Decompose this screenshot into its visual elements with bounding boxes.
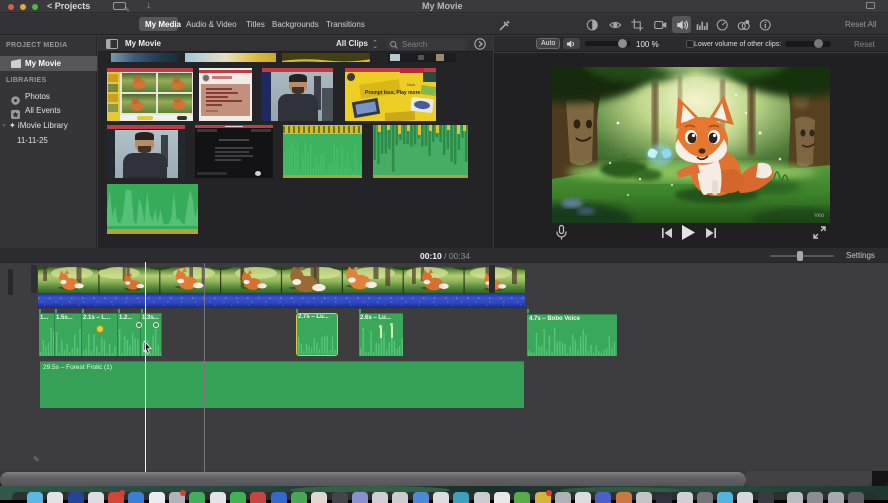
svg-text:Veo: Veo — [814, 213, 825, 219]
